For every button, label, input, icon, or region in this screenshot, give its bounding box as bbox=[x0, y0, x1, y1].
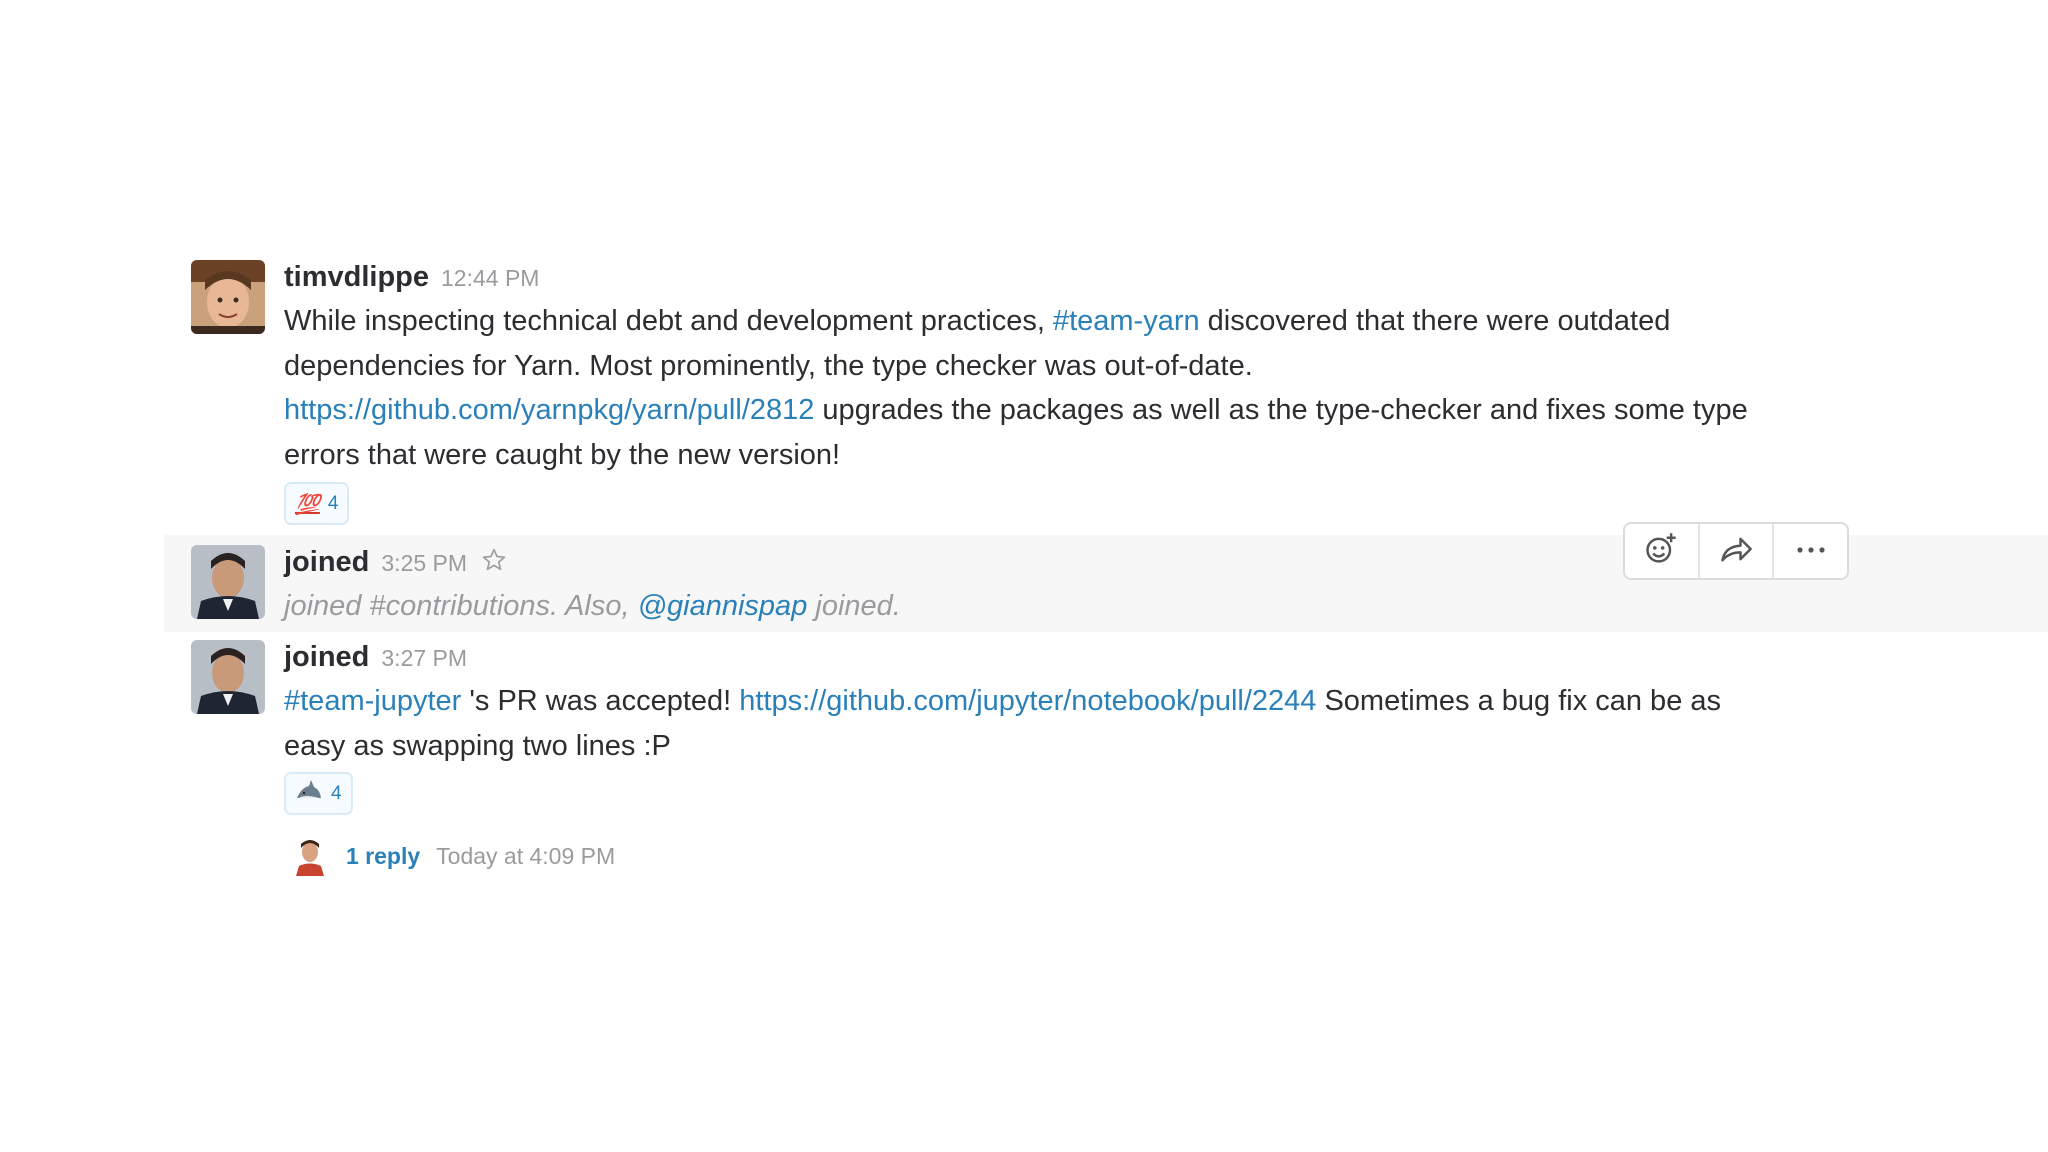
author-name[interactable]: joined bbox=[284, 641, 369, 673]
hundred-points-icon: 💯 bbox=[295, 491, 320, 516]
message-text: While inspecting technical debt and deve… bbox=[284, 305, 1748, 471]
reaction-shark[interactable]: 4 bbox=[284, 772, 353, 815]
message-text: joined #contributions. Also, @giannispap… bbox=[284, 590, 901, 622]
channel-link-team-yarn[interactable]: #team-yarn bbox=[1053, 305, 1200, 337]
more-actions-button[interactable] bbox=[1772, 524, 1847, 578]
message-actions-toolbar bbox=[1623, 522, 1849, 580]
avatar-joined[interactable] bbox=[191, 640, 265, 714]
add-reaction-icon bbox=[1643, 531, 1679, 572]
star-icon[interactable] bbox=[481, 547, 507, 578]
add-reaction-button[interactable] bbox=[1625, 524, 1698, 578]
message-text: #team-jupyter 's PR was accepted! https:… bbox=[284, 685, 1722, 762]
url-link-jupyter-pr[interactable]: https://github.com/jupyter/notebook/pull… bbox=[739, 685, 1316, 717]
reaction-count: 4 bbox=[327, 492, 339, 514]
url-link-yarn-pr[interactable]: https://github.com/yarnpkg/yarn/pull/281… bbox=[284, 394, 814, 426]
share-button[interactable] bbox=[1697, 524, 1773, 578]
avatar-timvdlippe[interactable] bbox=[191, 260, 265, 334]
last-reply-time: Today at 4:09 PM bbox=[436, 842, 616, 869]
reaction-100[interactable]: 💯 4 bbox=[284, 482, 350, 525]
reply-count-link[interactable]: 1 reply bbox=[346, 843, 420, 870]
author-name[interactable]: joined bbox=[284, 546, 369, 578]
more-actions-icon bbox=[1795, 542, 1827, 560]
reaction-count: 4 bbox=[331, 782, 342, 804]
timestamp[interactable]: 3:27 PM bbox=[381, 645, 467, 671]
message-1: timvdlippe 12:44 PM While inspecting tech… bbox=[0, 255, 2048, 525]
shark-icon bbox=[295, 780, 323, 807]
thread-summary[interactable]: 1 reply Today at 4:09 PM bbox=[290, 836, 615, 876]
user-mention-giannispap[interactable]: @giannispap bbox=[638, 590, 808, 622]
thread-participant-avatar bbox=[290, 836, 330, 876]
channel-link-team-jupyter[interactable]: #team-jupyter bbox=[284, 685, 461, 717]
timestamp[interactable]: 3:25 PM bbox=[381, 550, 467, 576]
share-icon bbox=[1718, 531, 1754, 572]
author-name[interactable]: timvdlippe bbox=[284, 261, 429, 293]
avatar-joined[interactable] bbox=[191, 545, 265, 619]
timestamp[interactable]: 12:44 PM bbox=[441, 265, 539, 291]
